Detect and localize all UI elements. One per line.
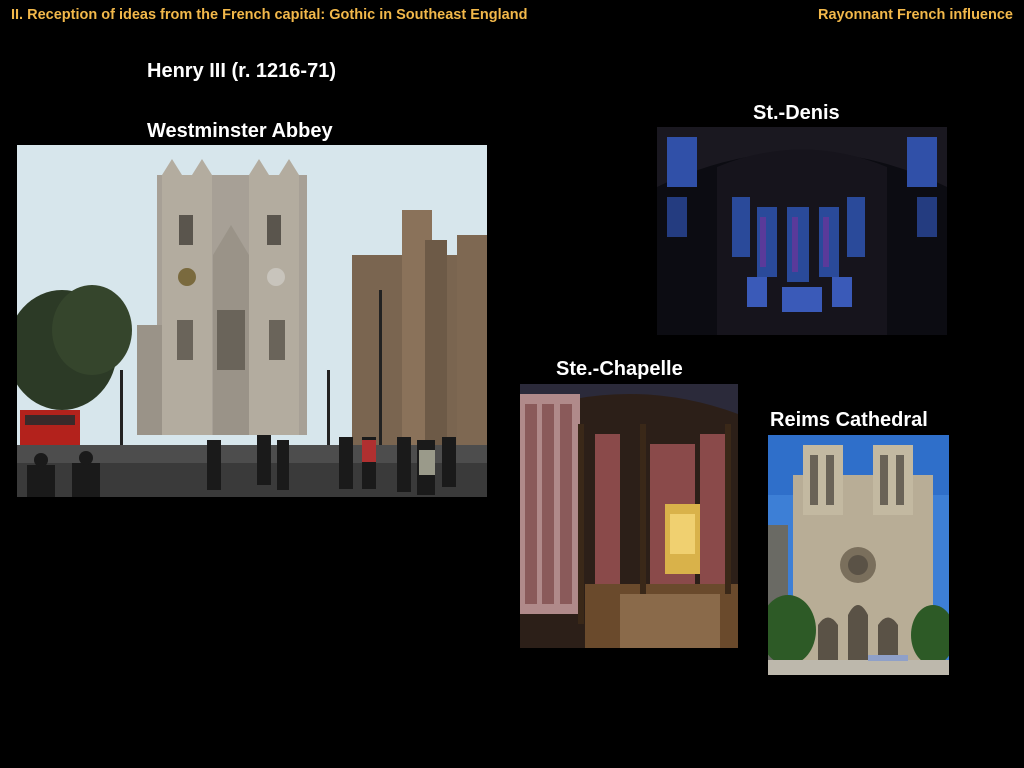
henry-iii-heading: Henry III (r. 1216-71) xyxy=(147,60,336,82)
reims-cathedral-photo xyxy=(768,435,949,675)
ste-chapelle-label: Ste.-Chapelle xyxy=(556,358,683,380)
ste-chapelle-photo xyxy=(520,384,738,648)
westminster-abbey-label: Westminster Abbey xyxy=(147,120,333,142)
section-title: II. Reception of ideas from the French c… xyxy=(11,7,528,23)
reims-cathedral-label: Reims Cathedral xyxy=(770,409,928,431)
st-denis-photo xyxy=(657,127,947,335)
westminster-abbey-photo xyxy=(17,145,487,497)
topic-title: Rayonnant French influence xyxy=(818,7,1013,23)
st-denis-label: St.-Denis xyxy=(753,102,840,124)
